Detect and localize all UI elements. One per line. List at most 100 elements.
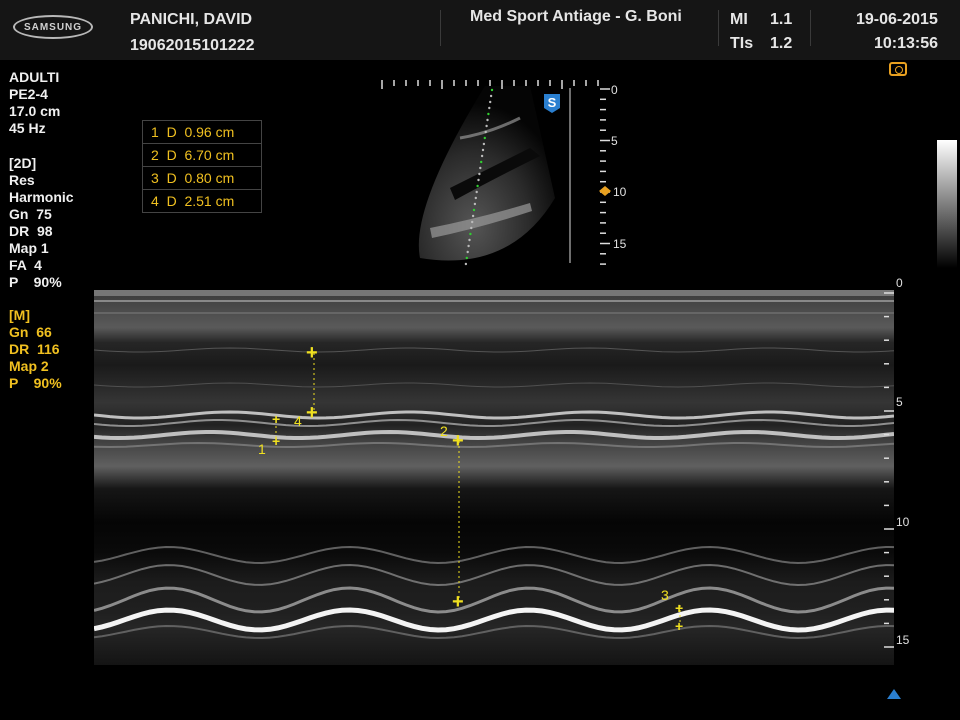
setting-line: Res	[9, 172, 35, 188]
header-bar: SAMSUNG PANICHI, DAVID 19062015101222 Me…	[0, 0, 960, 60]
m-mode-band	[94, 300, 894, 302]
m-mode-trace	[94, 290, 894, 665]
orientation-marker-icon: S	[544, 94, 560, 113]
logo-text: SAMSUNG	[23, 21, 83, 33]
samsung-logo: SAMSUNG	[13, 15, 93, 39]
setting-line: [2D]	[9, 155, 37, 171]
measurement-row: 3 D 0.80 cm	[143, 166, 261, 189]
2d-sector-image: S	[381, 80, 611, 266]
scan-line-dot	[479, 166, 482, 170]
setting-line: 45 Hz	[9, 120, 46, 136]
caliper-cross[interactable]: +	[452, 431, 464, 451]
m-mode-scale-label: 5	[896, 395, 903, 409]
scan-line-dot	[469, 232, 472, 236]
tis-value: 1.2	[770, 35, 793, 52]
setting-line: PE2-4	[9, 86, 48, 102]
exam-date: 19-06-2015	[856, 11, 938, 28]
scan-line-dot	[489, 94, 493, 98]
setting-line: DR 98	[9, 223, 53, 239]
tis-label: TIs	[730, 35, 754, 52]
header-divider	[440, 10, 441, 46]
scan-line-dot	[474, 196, 477, 200]
scan-line-dot	[480, 160, 483, 164]
setting-line: 17.0 cm	[9, 103, 61, 119]
scan-line-dot	[464, 262, 468, 266]
scan-line-dot	[470, 226, 473, 230]
sector-depth-scale	[600, 88, 610, 265]
caliper-cross-small[interactable]: +	[272, 431, 280, 451]
scan-line-dot	[488, 106, 491, 110]
m-mode-scale-label: 15	[896, 633, 910, 647]
header-divider	[810, 10, 811, 46]
patient-id: 19062015101222	[130, 37, 255, 54]
scan-line-dot	[471, 220, 474, 224]
setting-line: Gn 75	[9, 206, 52, 222]
m-mode-scale-label: 0	[896, 276, 903, 290]
m-mode-band	[94, 312, 894, 314]
setting-line: [M]	[9, 307, 30, 323]
camera-lens	[895, 66, 903, 74]
measurement-results-box: 1 D 0.96 cm 2 D 6.70 cm 3 D 0.80 cm 4 D 2.5…	[142, 120, 262, 213]
setting-line: P 90%	[9, 375, 62, 391]
setting-line: FA 4	[9, 257, 42, 273]
scan-line-dot	[473, 202, 477, 206]
scan-line-dot	[472, 208, 476, 212]
scan-line-dot	[487, 112, 490, 116]
caliper-label: 3	[661, 587, 669, 603]
scan-line-dot	[489, 100, 492, 104]
sector-scale-label: 5	[611, 134, 618, 148]
scan-line-dot	[478, 172, 481, 176]
institution-name: Med Sport Antiage - G. Boni	[470, 8, 682, 25]
measurement-row: 1 D 0.96 cm	[151, 124, 235, 140]
scan-line-dot	[476, 184, 479, 188]
m-mode-nearfield-band	[94, 290, 894, 296]
caliper-cross-small[interactable]: +	[675, 598, 683, 618]
scan-line-dot	[481, 148, 485, 152]
caliper-label: 4	[294, 413, 302, 429]
mi-value: 1.1	[770, 11, 793, 28]
scan-line-dot	[475, 190, 478, 194]
scan-line-dot	[467, 244, 470, 248]
m-mode-scale-label: 10	[896, 515, 910, 529]
setting-line: Gn 66	[9, 324, 52, 340]
setting-line: P 90%	[9, 274, 62, 290]
scan-line-dot	[466, 250, 469, 254]
scan-line-dot	[484, 130, 487, 134]
caliper-cross[interactable]: +	[306, 343, 318, 363]
caliper-cross[interactable]: +	[306, 403, 318, 423]
scan-line-dot	[465, 256, 468, 260]
scan-line-dot	[471, 214, 475, 218]
scan-line-dot	[482, 142, 486, 146]
scan-line-dot	[483, 136, 486, 140]
sector-scale-label: 0	[611, 83, 618, 97]
scan-line-dot	[477, 178, 480, 182]
setting-line: Map 2	[9, 358, 49, 374]
sector-scale-label: 10	[613, 185, 627, 199]
orientation-marker-label: S	[548, 95, 557, 110]
camera-icon[interactable]	[889, 62, 907, 76]
caliper-label: 1	[258, 441, 266, 457]
scan-line-dot	[486, 118, 489, 122]
setting-line: DR 116	[9, 341, 60, 357]
exam-time: 10:13:56	[874, 35, 939, 52]
triangle-up-icon[interactable]	[886, 688, 902, 700]
scan-line-dot	[480, 154, 484, 158]
scan-line-dot	[468, 238, 471, 242]
header-divider	[718, 10, 719, 46]
scan-line-dot	[485, 124, 488, 128]
measurement-row: 4 D 2.51 cm	[143, 189, 261, 212]
caliper-cross[interactable]: +	[452, 592, 464, 612]
measurement-row: 2 D 6.70 cm	[143, 143, 261, 166]
scan-line-dot	[490, 88, 494, 92]
mi-label: MI	[730, 11, 748, 28]
setting-line: Harmonic	[9, 189, 74, 205]
grayscale-bar	[937, 140, 957, 268]
caliper-cross-small[interactable]: +	[675, 616, 683, 636]
setting-line: ADULTI	[9, 69, 60, 85]
caliper-cross-small[interactable]: +	[272, 409, 280, 429]
setting-line: Map 1	[9, 240, 49, 256]
patient-name: PANICHI, DAVID	[130, 11, 253, 28]
caliper-label: 2	[440, 423, 448, 439]
focus-marker-icon[interactable]	[599, 186, 611, 196]
sector-scale-label: 15	[613, 237, 627, 251]
